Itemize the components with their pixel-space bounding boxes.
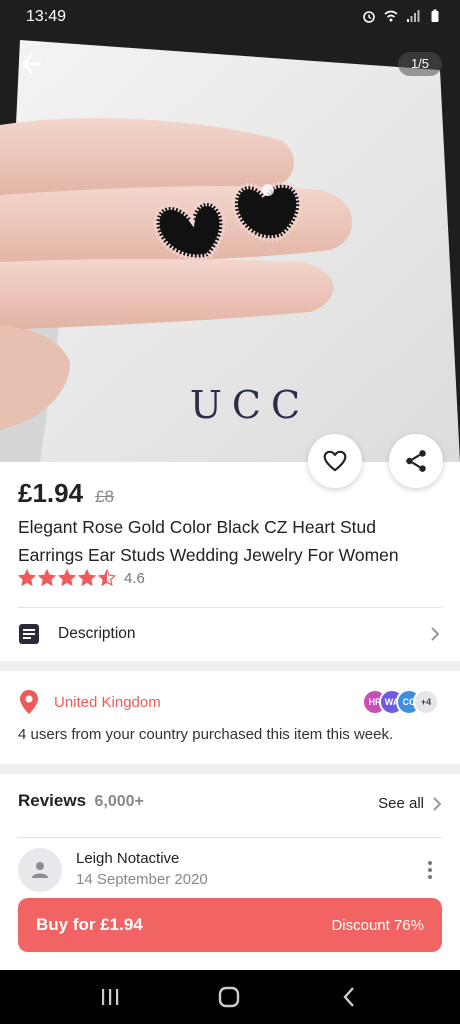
- share-button[interactable]: [389, 434, 443, 488]
- see-all-label: See all: [378, 795, 424, 812]
- reviews-title: Reviews: [18, 791, 87, 810]
- divider: [18, 837, 442, 838]
- chevron-right-icon: [433, 796, 442, 811]
- product-photo: UCC: [0, 0, 460, 462]
- favorite-button[interactable]: [308, 434, 362, 488]
- rating-value: 4.6: [124, 569, 145, 587]
- section-separator: [0, 661, 460, 671]
- buy-button[interactable]: Buy for £1.94 Discount 76%: [18, 898, 442, 952]
- product-title: Elegant Rose Gold Color Black CZ Heart S…: [18, 517, 399, 565]
- reviewer-name: Leigh Notactive: [76, 850, 180, 867]
- location-row: United Kingdom HR WA CC +4: [18, 686, 442, 718]
- battery-icon: [431, 9, 439, 22]
- image-counter: 1/5: [398, 52, 442, 76]
- buyer-avatar: +4: [413, 689, 439, 715]
- status-bar: 13:49: [0, 0, 460, 34]
- buyer-avatars: HR WA CC +4: [362, 689, 442, 715]
- description-row[interactable]: Description: [18, 608, 442, 660]
- discount-label: Discount 76%: [331, 916, 424, 934]
- recent-apps-icon[interactable]: [97, 984, 123, 1010]
- price-row: £1.94 £8: [18, 478, 114, 509]
- country-label: United Kingdom: [54, 693, 161, 711]
- buy-label: Buy for £1.94: [36, 915, 143, 934]
- star-icon: [18, 569, 36, 587]
- share-icon: [406, 450, 426, 472]
- status-time: 13:49: [26, 8, 67, 25]
- star-icon: [78, 569, 96, 587]
- alarm-icon: [363, 11, 375, 23]
- system-nav-bar: [0, 970, 460, 1024]
- home-icon[interactable]: [216, 984, 242, 1010]
- purchase-info-text: 4 users from your country purchased this…: [18, 726, 394, 743]
- review-item: Leigh Notactive 14 September 2020: [18, 848, 442, 894]
- star-icon: [98, 569, 116, 587]
- avatar: [18, 848, 62, 892]
- product-image-gallery[interactable]: UCC: [0, 0, 460, 462]
- chevron-right-icon: [431, 627, 440, 641]
- box-brand-text: UCC: [190, 383, 310, 427]
- location-pin-icon: [20, 690, 38, 714]
- description-label: Description: [58, 625, 136, 642]
- user-icon: [32, 862, 48, 878]
- more-options-icon[interactable]: [424, 860, 436, 880]
- wifi-icon: [384, 10, 398, 22]
- original-price: £8: [95, 487, 114, 506]
- rating-row[interactable]: 4.6: [18, 569, 145, 587]
- back-nav-icon[interactable]: [337, 984, 363, 1010]
- arrow-left-icon: [21, 54, 42, 74]
- reviews-count: 6,000+: [94, 793, 144, 810]
- signal-icon: [407, 10, 420, 22]
- document-icon: [19, 624, 39, 644]
- star-icon: [58, 569, 76, 587]
- back-button[interactable]: [18, 50, 46, 78]
- review-date: 14 September 2020: [76, 871, 208, 888]
- rating-stars: [18, 569, 116, 587]
- see-all-link[interactable]: See all: [378, 795, 442, 812]
- section-separator: [0, 764, 460, 774]
- reviews-header: Reviews 6,000+ See all: [18, 791, 442, 821]
- heart-icon: [323, 450, 347, 472]
- status-icons: [362, 9, 442, 23]
- current-price: £1.94: [18, 478, 84, 508]
- star-icon: [38, 569, 56, 587]
